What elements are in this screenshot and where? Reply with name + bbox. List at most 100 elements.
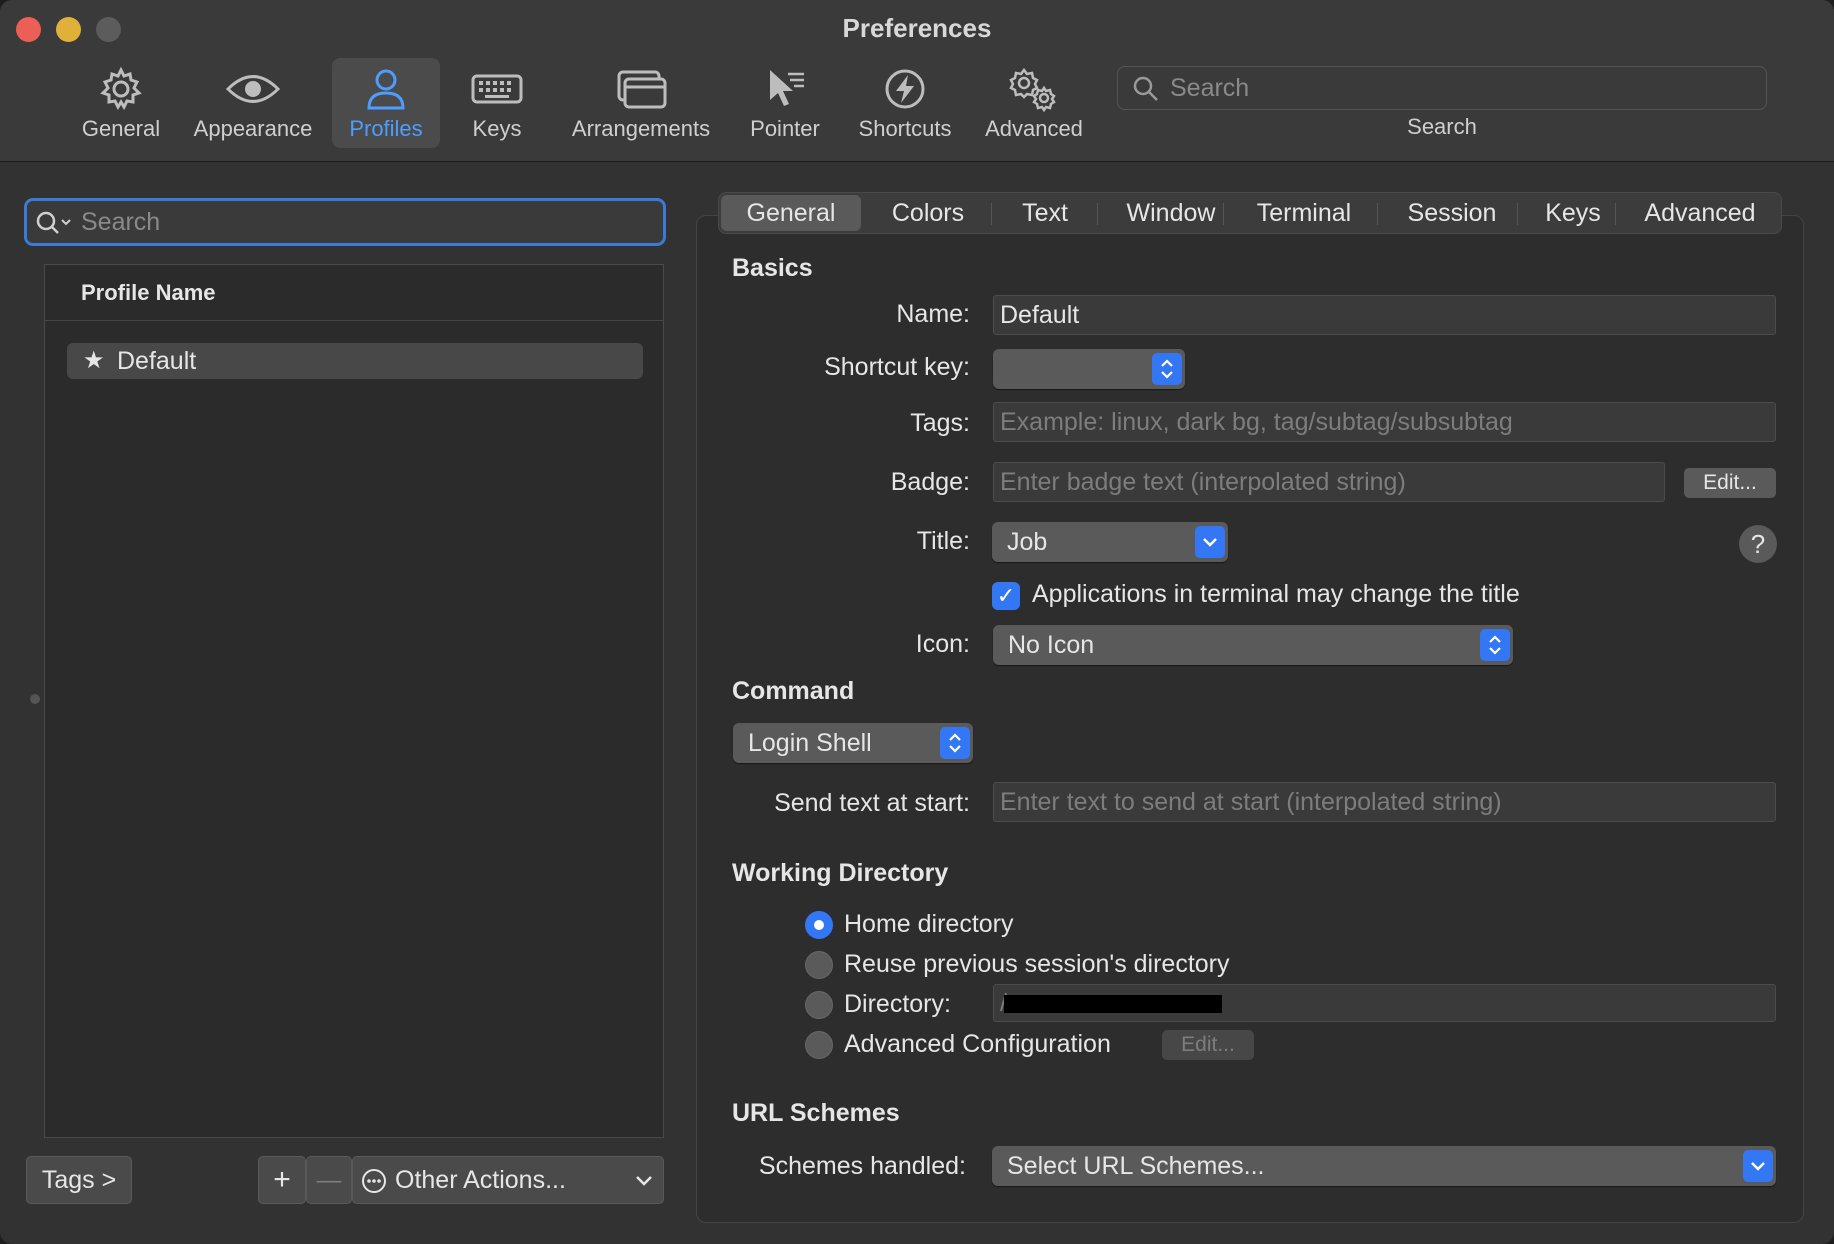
tab-separator — [991, 203, 992, 225]
toolbar-search-label: Search — [1407, 114, 1477, 139]
toolbar-profiles[interactable]: Profiles — [332, 58, 440, 148]
icon-popup[interactable]: No Icon — [993, 625, 1513, 665]
tags-field[interactable]: Example: linux, dark bg, tag/subtag/subs… — [993, 402, 1776, 442]
url-schemes-popup[interactable]: Select URL Schemes... — [992, 1146, 1776, 1186]
send-text-field[interactable]: Enter text to send at start (interpolate… — [993, 782, 1776, 822]
tags-label: Tags: — [910, 409, 970, 437]
chevron-up-down-icon — [940, 727, 970, 759]
tab-general[interactable]: General — [721, 195, 861, 231]
badge-field[interactable]: Enter badge text (interpolated string) — [993, 462, 1665, 502]
tab-separator — [1223, 203, 1224, 225]
star-icon: ★ — [83, 347, 105, 374]
gear-icon — [100, 66, 142, 111]
toolbar-label: General — [81, 116, 161, 141]
name-field[interactable]: Default — [993, 295, 1776, 335]
toolbar-label: Appearance — [193, 116, 313, 141]
icon-label: Icon: — [915, 630, 970, 658]
title-popup[interactable]: Job — [992, 522, 1228, 562]
toolbar-keys[interactable]: Keys — [462, 58, 532, 148]
name-label: Name: — [896, 300, 970, 328]
tab-separator — [1517, 203, 1518, 225]
chevron-down-icon — [1743, 1150, 1773, 1182]
toolbar-label: Profiles — [349, 116, 423, 141]
toolbar-label: Advanced — [985, 116, 1083, 141]
toolbar-label: Shortcuts — [858, 116, 952, 141]
badge-edit-button[interactable]: Edit... — [1684, 468, 1776, 498]
toolbar-label: Pointer — [750, 116, 820, 141]
pointer-icon — [770, 70, 804, 106]
keyboard-icon — [471, 74, 523, 104]
toolbar-arrangements[interactable]: Arrangements — [564, 58, 718, 148]
reuse-directory-label: Reuse previous session's directory — [844, 950, 1230, 978]
shortcut-key-label: Shortcut key: — [824, 353, 970, 381]
toolbar-pointer[interactable]: Pointer — [744, 58, 826, 148]
lightning-icon — [885, 69, 925, 109]
title-label: Title: — [916, 527, 970, 555]
basics-heading: Basics — [732, 254, 813, 282]
toolbar-label: Arrangements — [571, 116, 711, 141]
tab-separator — [1615, 203, 1616, 225]
apps-change-title-label: Applications in terminal may change the … — [1032, 580, 1520, 608]
tab-text[interactable]: Text — [997, 195, 1093, 231]
search-icon — [1133, 76, 1158, 101]
chevron-up-down-icon — [1152, 353, 1182, 385]
remove-profile-button[interactable]: — — [306, 1156, 352, 1204]
profile-list: Profile Name ★ Default — [44, 264, 664, 1138]
command-value: Login Shell — [748, 729, 872, 757]
send-text-label: Send text at start: — [774, 789, 970, 817]
advanced-configuration-edit-button[interactable]: Edit... — [1162, 1030, 1254, 1060]
chevron-down-icon — [636, 1176, 652, 1186]
tags-button[interactable]: Tags > — [26, 1156, 132, 1204]
split-view-handle[interactable] — [30, 694, 40, 704]
tab-terminal[interactable]: Terminal — [1229, 195, 1379, 231]
profile-tabs: General Colors Text Window Terminal Sess… — [718, 192, 1782, 234]
reuse-directory-radio[interactable] — [805, 951, 833, 979]
title-value: Job — [1007, 528, 1048, 556]
ellipsis-circle-icon — [362, 1169, 386, 1193]
directory-radio[interactable] — [805, 991, 833, 1019]
directory-label: Directory: — [844, 990, 951, 1018]
redacted-path — [1004, 995, 1222, 1013]
tab-keys[interactable]: Keys — [1523, 195, 1623, 231]
advanced-configuration-label: Advanced Configuration — [844, 1030, 1111, 1058]
command-popup[interactable]: Login Shell — [733, 723, 973, 763]
tab-separator — [1377, 203, 1378, 225]
home-directory-label: Home directory — [844, 910, 1014, 938]
add-profile-button[interactable]: + — [258, 1156, 306, 1204]
shortcut-key-popup[interactable] — [993, 349, 1185, 389]
working-directory-heading: Working Directory — [732, 859, 949, 887]
other-actions-button[interactable]: Other Actions... — [352, 1156, 664, 1204]
eye-icon — [225, 75, 281, 103]
toolbar-shortcuts[interactable]: Shortcuts — [850, 58, 960, 148]
profile-search-field[interactable] — [24, 198, 666, 246]
profile-row-default[interactable]: ★ Default — [67, 343, 643, 379]
schemes-handled-label: Schemes handled: — [758, 1152, 966, 1180]
badge-label: Badge: — [890, 468, 970, 496]
tab-window[interactable]: Window — [1103, 195, 1239, 231]
toolbar-general[interactable]: General — [72, 58, 170, 148]
icon-value: No Icon — [1008, 631, 1095, 659]
home-directory-radio[interactable] — [805, 911, 833, 939]
preferences-window: Preferences General Appearance Profiles … — [0, 0, 1834, 1244]
person-icon — [367, 69, 405, 110]
advanced-configuration-radio[interactable] — [805, 1031, 833, 1059]
profile-search-input[interactable] — [81, 201, 651, 243]
other-actions-label: Other Actions... — [395, 1166, 566, 1194]
tab-separator — [1097, 203, 1098, 225]
help-button[interactable]: ? — [1739, 525, 1777, 563]
chevron-down-icon — [1195, 526, 1225, 558]
windows-icon — [617, 70, 667, 109]
url-schemes-value: Select URL Schemes... — [1007, 1152, 1265, 1180]
toolbar-appearance[interactable]: Appearance — [186, 58, 320, 148]
toolbar-search-input[interactable] — [1170, 67, 1750, 109]
toolbar-advanced[interactable]: Advanced — [980, 58, 1088, 148]
toolbar-search-field[interactable] — [1117, 66, 1767, 110]
profile-name: Default — [117, 347, 197, 375]
toolbar-label: Keys — [472, 116, 522, 141]
apps-change-title-checkbox[interactable]: ✓ — [992, 582, 1020, 610]
tab-colors[interactable]: Colors — [869, 195, 987, 231]
profile-name-column-header[interactable]: Profile Name — [45, 265, 663, 321]
tab-session[interactable]: Session — [1383, 195, 1521, 231]
tab-advanced[interactable]: Advanced — [1621, 195, 1779, 231]
toolbar: Preferences General Appearance Profiles … — [0, 0, 1834, 162]
